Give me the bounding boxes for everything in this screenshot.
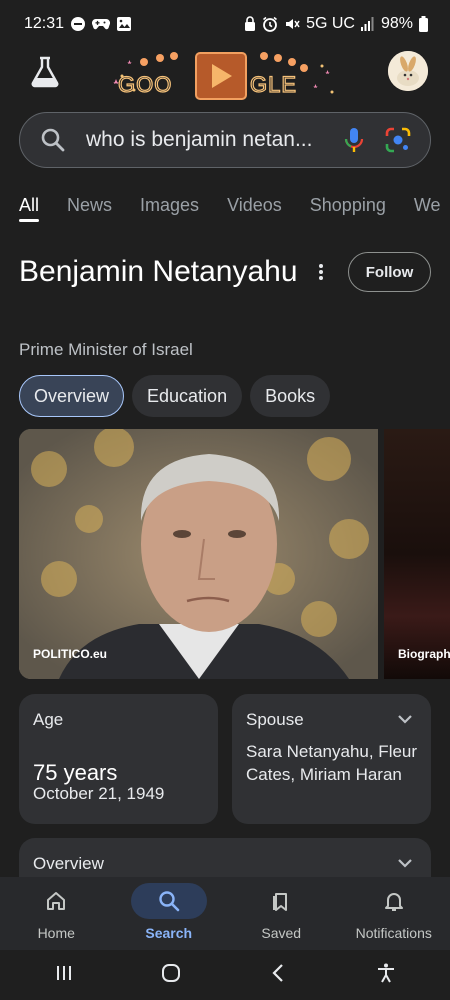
labs-flask-icon[interactable] (28, 54, 62, 88)
entity-chips: Overview Education Books (19, 375, 331, 417)
tab-news[interactable]: News (67, 188, 112, 224)
spouse-value: Sara Netanyahu, Fleur Cates, Miriam Hara… (246, 742, 418, 784)
entity-subtitle: Prime Minister of Israel (19, 340, 193, 359)
lock-icon (244, 16, 256, 32)
accessibility-icon[interactable] (375, 962, 397, 989)
network-type: 5G UC (306, 15, 355, 32)
search-bar[interactable]: who is benjamin netan... (19, 112, 431, 168)
nav-home-label: Home (37, 925, 75, 941)
chip-overview[interactable]: Overview (19, 375, 125, 417)
nav-saved[interactable]: Saved (225, 877, 337, 950)
nav-home[interactable]: Home (0, 877, 112, 950)
game-controller-icon (92, 17, 111, 31)
search-icon (130, 883, 207, 919)
account-avatar[interactable] (388, 51, 428, 91)
nav-search[interactable]: Search (113, 877, 225, 950)
spouse-card[interactable]: Spouse Sara Netanyahu, Fleur Cates, Miri… (232, 694, 431, 824)
chevron-down-icon[interactable] (397, 856, 413, 868)
battery-icon (419, 16, 428, 32)
chip-books[interactable]: Books (250, 375, 331, 417)
search-query[interactable]: who is benjamin netan... (86, 128, 342, 152)
status-bar: 12:31 5G UC 98% (0, 0, 450, 48)
age-label: Age (33, 710, 64, 729)
app-header: GOO GLE (0, 48, 450, 104)
doodle-text-right: GLE (250, 72, 297, 97)
alarm-icon (262, 16, 278, 32)
tab-all[interactable]: All (19, 188, 40, 224)
status-time: 12:31 (24, 15, 65, 32)
microphone-icon[interactable] (342, 126, 366, 154)
chip-education[interactable]: Education (132, 375, 243, 417)
nav-search-label: Search (145, 925, 193, 941)
bottom-navigation: Home Search Saved Notifications (0, 877, 450, 950)
follow-button[interactable]: Follow (348, 252, 431, 292)
tab-shopping[interactable]: Shopping (310, 188, 386, 224)
signal-icon (360, 17, 375, 31)
portrait-image[interactable]: POLITICO.eu (19, 429, 378, 679)
bell-icon (356, 883, 432, 919)
saved-icon (243, 883, 319, 919)
tab-web[interactable]: We (414, 188, 441, 224)
search-icon (40, 127, 66, 153)
age-card[interactable]: Age 75 years October 21, 1949 (19, 694, 218, 824)
overview-label: Overview (33, 854, 104, 873)
doodle-text-left: GOO (118, 72, 172, 97)
image-source-label-2: Biography (398, 647, 450, 661)
nav-notifications[interactable]: Notifications (338, 877, 450, 950)
entity-title: Benjamin Netanyahu (19, 255, 298, 288)
google-doodle[interactable]: GOO GLE (104, 48, 344, 104)
more-options-icon[interactable] (312, 262, 330, 282)
search-tabs: All News Images Videos Shopping We (19, 188, 450, 228)
google-lens-icon[interactable] (384, 126, 412, 154)
nav-notifications-label: Notifications (355, 925, 432, 941)
gallery-icon (116, 16, 132, 32)
home-icon (18, 883, 94, 919)
secondary-image[interactable]: Biography (384, 429, 450, 679)
image-source-label: POLITICO.eu (33, 647, 108, 661)
spouse-label: Spouse (246, 710, 304, 729)
tab-images[interactable]: Images (140, 188, 199, 224)
image-carousel[interactable]: POLITICO.eu Biography (19, 429, 450, 679)
battery-level: 98% (380, 15, 413, 32)
age-value: 75 years (33, 760, 118, 785)
tab-videos[interactable]: Videos (227, 188, 282, 224)
chevron-down-icon[interactable] (397, 712, 413, 724)
back-icon[interactable] (268, 962, 290, 989)
mute-icon (284, 16, 300, 32)
do-not-disturb-icon (70, 16, 86, 32)
recent-apps-icon[interactable] (53, 962, 75, 989)
system-navigation-bar (0, 950, 450, 1000)
home-button-icon[interactable] (160, 962, 182, 989)
nav-saved-label: Saved (261, 925, 302, 941)
birth-date: October 21, 1949 (33, 784, 165, 803)
